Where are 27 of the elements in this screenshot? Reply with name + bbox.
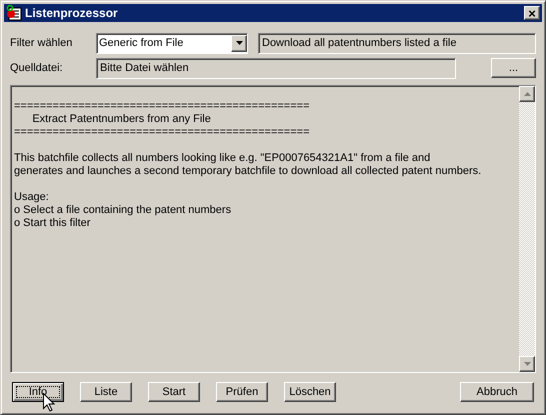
text-line: o Select a file containing the patent numbers	[14, 204, 232, 217]
text-line: ==============================================	[14, 126, 310, 139]
scroll-down-icon[interactable]	[519, 356, 535, 372]
text-line: This batchfile collects all numbers looking like e.g. "EP0007654321A1" from a file and	[14, 152, 430, 165]
dialog-button[interactable]: Löschen	[284, 382, 336, 402]
mouse-cursor-icon	[43, 393, 55, 412]
dialog-button[interactable]: Liste	[80, 382, 132, 402]
text-line: generates and launches a second temporary batchfile to download all collected patent numbers.	[14, 165, 482, 178]
filter-description: Download all patentnumbers listed a file	[258, 32, 536, 54]
text-line: Extract Patentnumbers from any File	[31, 113, 211, 126]
source-file-field[interactable]: Bitte Datei wählen	[96, 58, 456, 78]
dialog-button[interactable]: Abbruch	[460, 382, 534, 402]
text-line: o Start this filter	[14, 217, 90, 230]
app-icon	[6, 5, 22, 21]
filter-dropdown[interactable]: Generic from File	[96, 32, 248, 54]
browse-button[interactable]: ...	[491, 58, 536, 78]
source-label: Quelldatei:	[10, 60, 64, 76]
scroll-up-icon[interactable]	[519, 86, 535, 102]
vertical-scrollbar[interactable]	[519, 86, 535, 372]
dialog-button[interactable]: Start	[148, 382, 200, 402]
filter-label: Filter wählen	[10, 36, 74, 51]
text-line: Usage:	[14, 191, 49, 204]
window-title: Listenprozessor	[25, 5, 119, 22]
close-button[interactable]: ×	[524, 6, 540, 20]
text-line: ==============================================	[14, 100, 310, 113]
dialog-button[interactable]: Info	[12, 382, 64, 402]
dialog-button[interactable]: Prüfen	[216, 382, 268, 402]
